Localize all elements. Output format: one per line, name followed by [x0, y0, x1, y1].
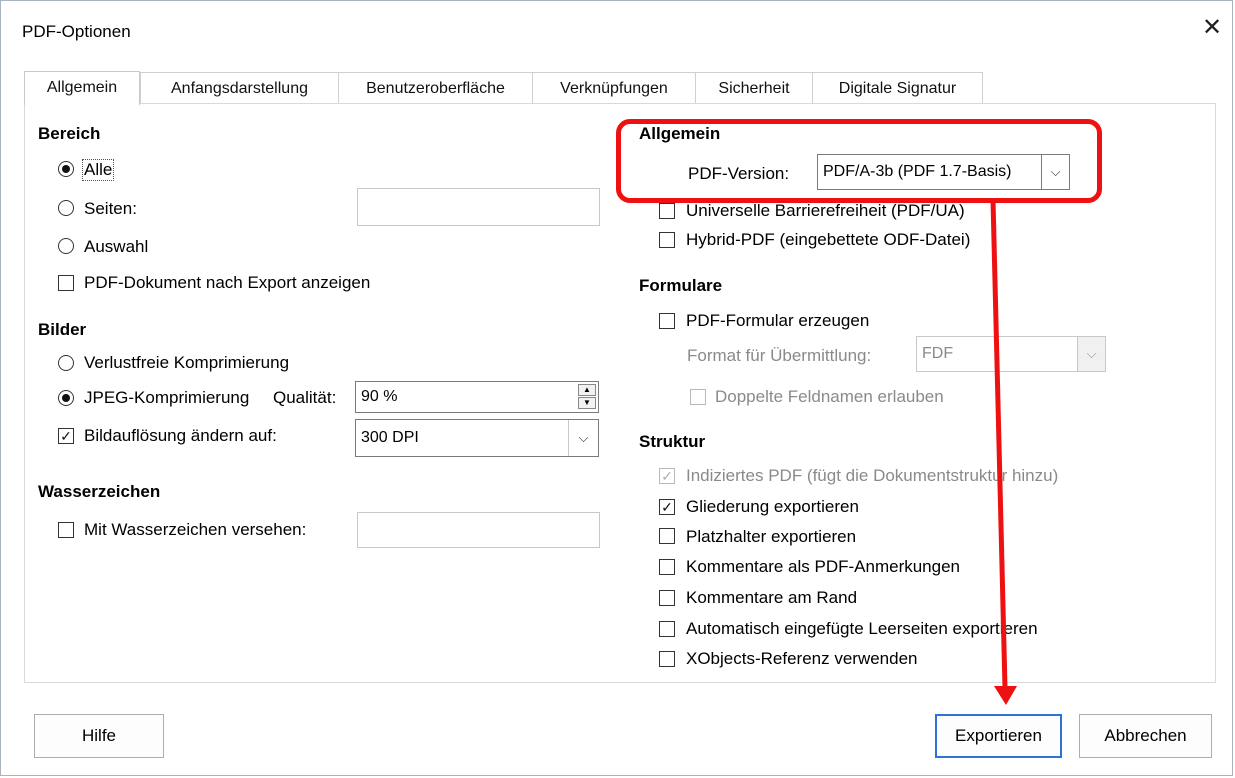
checkbox-resolution[interactable]: ✓ — [58, 428, 74, 444]
label-outline[interactable]: Gliederung exportieren — [686, 497, 859, 517]
tab-digitale-signatur[interactable]: Digitale Signatur — [812, 72, 983, 104]
quality-input[interactable]: 90 % ▲ ▼ — [355, 381, 599, 413]
section-struktur: Struktur — [639, 432, 706, 451]
label-jpeg[interactable]: JPEG-Komprimierung — [84, 388, 249, 408]
checkbox-placeholders[interactable] — [659, 528, 675, 544]
label-comments-margin[interactable]: Kommentare am Rand — [686, 588, 857, 608]
label-placeholders[interactable]: Platzhalter exportieren — [686, 527, 856, 547]
label-alle[interactable]: Alle — [81, 159, 115, 181]
label-tagged-pdf: Indiziertes PDF (fügt die Dokumentstrukt… — [686, 466, 1059, 485]
label-resolution[interactable]: Bildauflösung ändern auf: — [84, 426, 277, 446]
radio-seiten[interactable] — [58, 200, 74, 216]
label-submit-format: Format für Übermittlung: — [687, 346, 872, 365]
chevron-down-icon: ⌵ — [1077, 337, 1105, 371]
checkbox-hybrid[interactable] — [659, 232, 675, 248]
checkbox-create-form[interactable] — [659, 313, 675, 329]
checkbox-duplicate-names — [690, 389, 706, 405]
resolution-select[interactable]: 300 DPI ⌵ — [355, 419, 599, 457]
label-universal[interactable]: Universelle Barrierefreiheit (PDF/UA) — [686, 201, 965, 221]
tab-benutzeroberflaeche[interactable]: Benutzeroberfläche — [338, 72, 533, 104]
cancel-button[interactable]: Abbrechen — [1079, 714, 1212, 758]
radio-auswahl[interactable] — [58, 238, 74, 254]
label-blank-pages[interactable]: Automatisch eingefügte Leerseiten export… — [686, 619, 1038, 639]
checkbox-watermark[interactable] — [58, 522, 74, 538]
checkbox-comments-annotations[interactable] — [659, 559, 675, 575]
radio-lossless[interactable] — [58, 355, 74, 371]
section-bereich: Bereich — [38, 124, 101, 143]
label-show-pdf[interactable]: PDF-Dokument nach Export anzeigen — [84, 273, 370, 293]
export-button[interactable]: Exportieren — [935, 714, 1062, 758]
checkbox-comments-margin[interactable] — [659, 590, 675, 606]
label-seiten[interactable]: Seiten: — [84, 199, 137, 219]
checkbox-blank-pages[interactable] — [659, 621, 675, 637]
label-create-form[interactable]: PDF-Formular erzeugen — [686, 311, 869, 331]
radio-alle[interactable] — [58, 161, 74, 177]
tab-anfangsdarstellung[interactable]: Anfangsdarstellung — [140, 72, 339, 104]
pages-input[interactable] — [357, 188, 600, 226]
spin-down-icon[interactable]: ▼ — [578, 397, 596, 409]
annotation-highlight-box — [616, 119, 1102, 203]
quality-value: 90 % — [361, 388, 398, 405]
label-xobjects[interactable]: XObjects-Referenz verwenden — [686, 649, 918, 669]
help-button[interactable]: Hilfe — [34, 714, 164, 758]
section-wasserzeichen: Wasserzeichen — [38, 482, 161, 501]
checkbox-show-pdf[interactable] — [58, 275, 74, 291]
label-comments-annotations[interactable]: Kommentare als PDF-Anmerkungen — [686, 557, 960, 577]
checkbox-xobjects[interactable] — [659, 651, 675, 667]
label-quality: Qualität: — [273, 388, 337, 407]
checkbox-outline[interactable]: ✓ — [659, 499, 675, 515]
section-formulare: Formulare — [639, 276, 723, 295]
chevron-down-icon[interactable]: ⌵ — [568, 420, 598, 456]
close-icon[interactable]: ✕ — [1198, 14, 1226, 42]
submit-format-value: FDF — [922, 345, 954, 362]
label-watermark[interactable]: Mit Wasserzeichen versehen: — [84, 520, 306, 540]
resolution-value: 300 DPI — [361, 429, 419, 446]
label-hybrid[interactable]: Hybrid-PDF (eingebettete ODF-Datei) — [686, 230, 970, 250]
submit-format-select: FDF ⌵ — [916, 336, 1106, 372]
dialog-title: PDF-Optionen — [22, 22, 131, 41]
tab-sicherheit[interactable]: Sicherheit — [695, 72, 813, 104]
label-auswahl[interactable]: Auswahl — [84, 237, 148, 257]
label-lossless[interactable]: Verlustfreie Komprimierung — [84, 353, 289, 373]
tab-allgemein[interactable]: Allgemein — [24, 71, 140, 105]
section-bilder: Bilder — [38, 320, 87, 339]
radio-jpeg[interactable] — [58, 390, 74, 406]
watermark-input[interactable] — [357, 512, 600, 548]
spin-up-icon[interactable]: ▲ — [578, 384, 596, 396]
checkbox-universal[interactable] — [659, 203, 675, 219]
label-duplicate-names: Doppelte Feldnamen erlauben — [715, 387, 944, 406]
checkbox-tagged-pdf: ✓ — [659, 468, 675, 484]
tab-verknuepfungen[interactable]: Verknüpfungen — [532, 72, 696, 104]
